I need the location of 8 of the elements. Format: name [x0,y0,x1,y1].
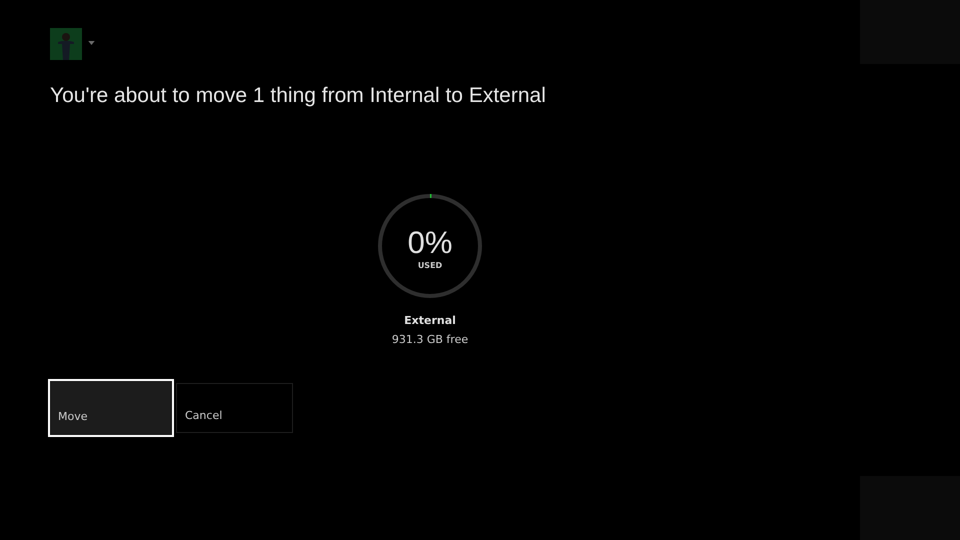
cancel-button[interactable]: Cancel [176,383,293,433]
caret-icon[interactable] [88,41,95,45]
move-button[interactable]: Move [48,379,174,437]
drive-name: External [404,314,456,327]
page-title: You're about to move 1 thing from Internal to External [50,83,547,109]
free-space: 931.3 GB free [392,333,468,346]
usage-label: USED [418,260,442,270]
usage-percent: 0% [408,226,452,258]
